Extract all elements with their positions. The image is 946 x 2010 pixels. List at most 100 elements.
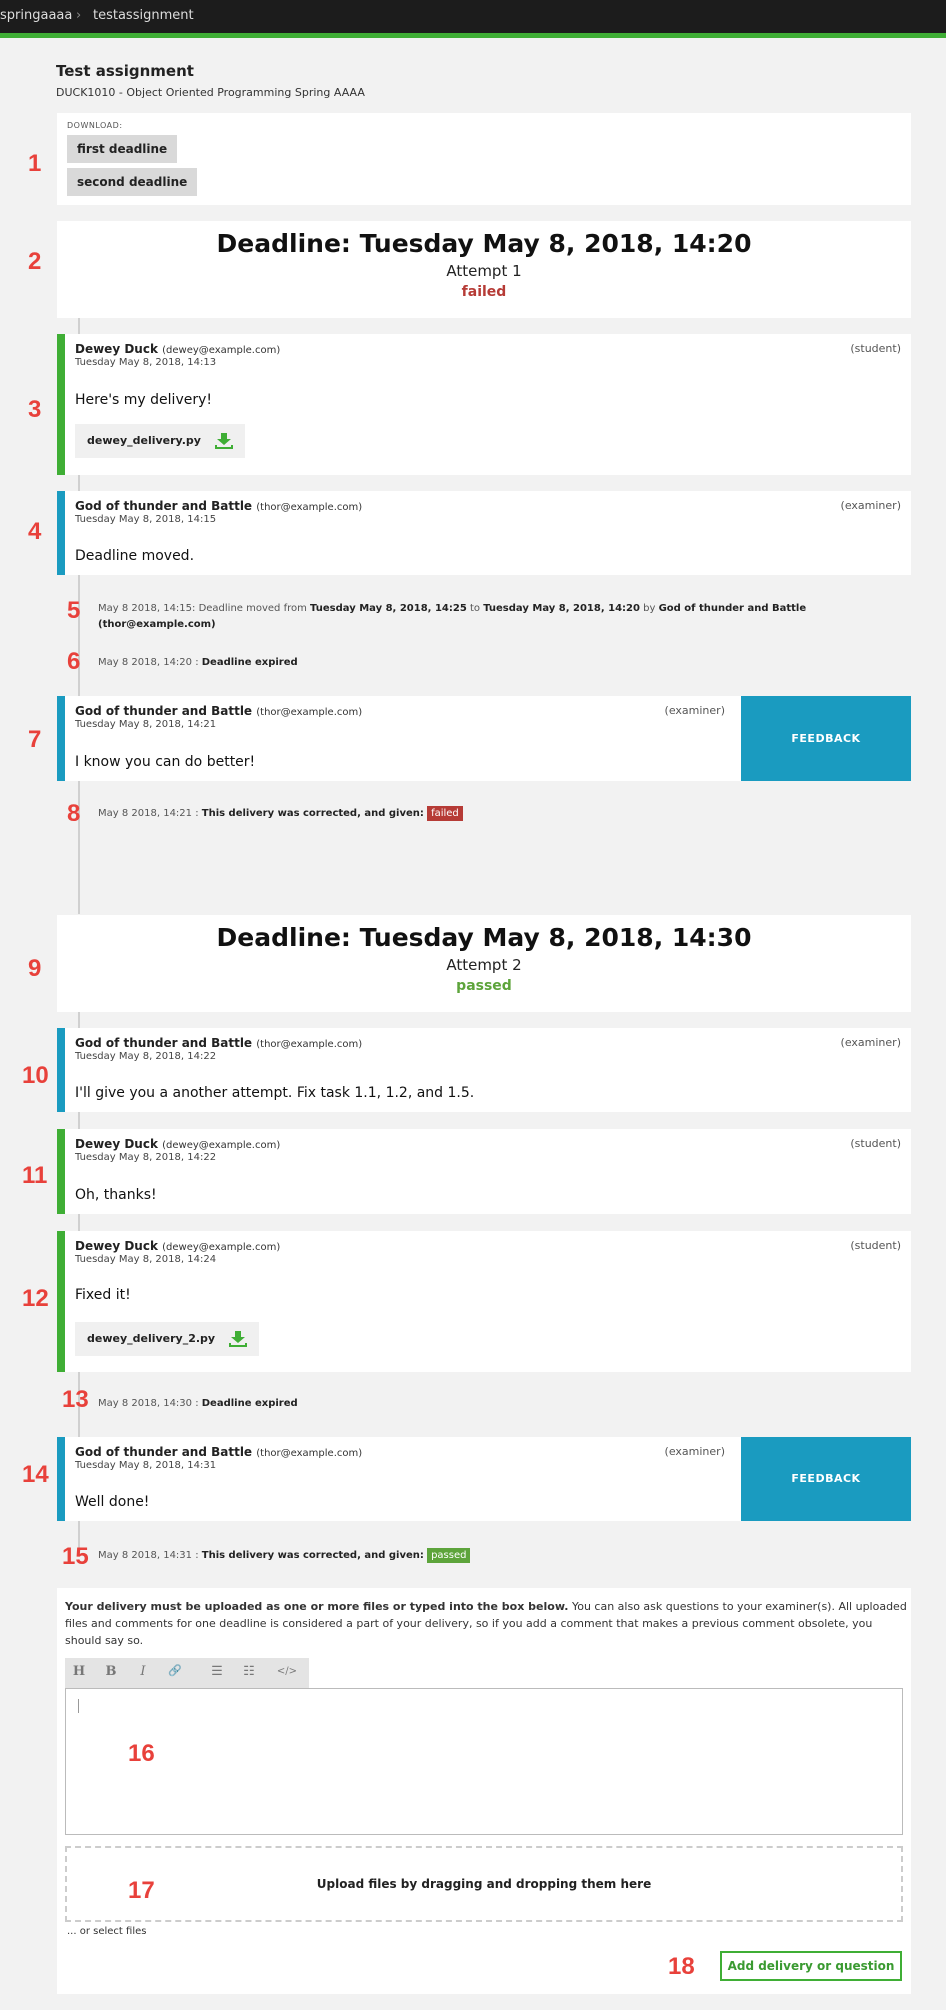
message-text: Oh, thanks! (75, 1187, 157, 1203)
message-text: Fixed it! (75, 1287, 131, 1303)
course-name: DUCK1010 - Object Oriented Programming S… (56, 86, 365, 99)
author-email: (dewey@example.com) (162, 345, 281, 356)
message-author: Dewey Duck (dewey@example.com) (75, 342, 281, 356)
marker-11: 11 (22, 1162, 48, 1189)
code-icon[interactable]: </> (275, 1666, 299, 1677)
message-author: Dewey Duck (dewey@example.com) (75, 1239, 281, 1253)
author-email: (thor@example.com) (256, 1039, 363, 1050)
feedback-button[interactable]: FEEDBACK (741, 696, 911, 781)
student-message: Dewey Duck (dewey@example.com) Tuesday M… (57, 1231, 911, 1372)
student-message: Dewey Duck (dewey@example.com) Tuesday M… (57, 334, 911, 475)
select-files-link[interactable]: ... or select files (67, 1926, 146, 1937)
role-label: (examiner) (840, 1036, 901, 1049)
add-delivery-button[interactable]: Add delivery or question (720, 1951, 902, 1981)
correction-event: May 8 2018, 14:31 : This delivery was co… (98, 1548, 471, 1564)
file-name: dewey_delivery.py (87, 434, 201, 447)
marker-2: 2 (28, 248, 42, 275)
marker-3: 3 (28, 396, 42, 423)
examiner-message: God of thunder and Battle (thor@example.… (57, 1437, 911, 1521)
message-date: Tuesday May 8, 2018, 14:22 (75, 1152, 217, 1163)
delivery-instructions: Your delivery must be uploaded as one or… (65, 1600, 907, 1647)
deadline-title: Deadline: Tuesday May 8, 2018, 14:20 (216, 229, 752, 258)
examiner-message: God of thunder and Battle (thor@example.… (57, 1028, 911, 1112)
message-author: God of thunder and Battle (thor@example.… (75, 704, 363, 718)
feedback-button[interactable]: FEEDBACK (741, 1437, 911, 1521)
marker-1: 1 (28, 150, 42, 177)
message-author: God of thunder and Battle (thor@example.… (75, 1445, 363, 1459)
author-email: (dewey@example.com) (162, 1140, 281, 1151)
top-bar: springaaaa › testassignment (0, 0, 946, 38)
italic-button[interactable]: I (131, 1664, 155, 1679)
message-text: I know you can do better! (75, 754, 256, 770)
marker-14: 14 (22, 1461, 49, 1488)
role-label: (student) (850, 1137, 901, 1150)
second-deadline-download-button[interactable]: second deadline (67, 168, 198, 196)
breadcrumb-parent[interactable]: springaaaa (0, 8, 72, 23)
marker-6: 6 (67, 648, 81, 675)
marker-10: 10 (22, 1062, 49, 1089)
grade-failed-badge: failed (427, 806, 463, 821)
download-icon[interactable] (214, 433, 233, 449)
message-date: Tuesday May 8, 2018, 14:13 (75, 357, 217, 368)
deadline-expired-event: May 8 2018, 14:30 : Deadline expired (98, 1398, 298, 1409)
examiner-message: God of thunder and Battle (thor@example.… (57, 696, 911, 781)
attempt-label: Attempt 2 (446, 956, 522, 974)
attempt-status: passed (456, 978, 512, 994)
author-email: (thor@example.com) (256, 502, 363, 513)
message-text: Deadline moved. (75, 548, 195, 564)
message-text: I'll give you a another attempt. Fix tas… (75, 1085, 475, 1101)
message-author: Dewey Duck (dewey@example.com) (75, 1137, 281, 1151)
role-label: (student) (850, 1239, 901, 1252)
marker-8: 8 (67, 800, 81, 827)
role-label: (examiner) (664, 704, 725, 717)
author-email: (dewey@example.com) (162, 1242, 281, 1253)
marker-17: 17 (128, 1877, 155, 1904)
marker-9: 9 (28, 955, 42, 982)
attempt-status: failed (461, 284, 507, 300)
marker-4: 4 (28, 518, 42, 545)
author-email: (thor@example.com) (256, 1448, 363, 1459)
link-icon[interactable]: 🔗 (163, 1664, 187, 1677)
role-label: (student) (850, 342, 901, 355)
file-name: dewey_delivery_2.py (87, 1332, 216, 1345)
role-label: (examiner) (664, 1445, 725, 1458)
first-deadline-download-button[interactable]: first deadline (67, 135, 178, 163)
file-attachment[interactable]: dewey_delivery.py (75, 424, 245, 458)
file-dropzone[interactable]: Upload files by dragging and dropping th… (65, 1846, 903, 1922)
breadcrumb-current[interactable]: testassignment (93, 8, 194, 23)
breadcrumb-separator-icon: › (76, 8, 82, 23)
delivery-text-editor[interactable] (65, 1688, 903, 1835)
message-date: Tuesday May 8, 2018, 14:21 (75, 719, 217, 730)
download-panel: DOWNLOAD: first deadline second deadline (57, 113, 911, 205)
author-email: (thor@example.com) (256, 707, 363, 718)
message-date: Tuesday May 8, 2018, 14:24 (75, 1254, 217, 1265)
message-text: Here's my delivery! (75, 392, 212, 408)
file-attachment[interactable]: dewey_delivery_2.py (75, 1322, 259, 1356)
bullet-list-icon[interactable]: ☰ (205, 1664, 229, 1679)
deadline-moved-event: May 8 2018, 14:15: Deadline moved from T… (98, 603, 807, 630)
message-author: God of thunder and Battle (thor@example.… (75, 499, 363, 513)
message-date: Tuesday May 8, 2018, 14:15 (75, 514, 217, 525)
marker-7: 7 (28, 726, 42, 753)
deadline-header: Deadline: Tuesday May 8, 2018, 14:30 Att… (57, 915, 911, 1012)
deadline-title: Deadline: Tuesday May 8, 2018, 14:30 (216, 923, 752, 952)
message-text: Well done! (75, 1494, 150, 1510)
heading-button[interactable]: H (67, 1664, 91, 1679)
download-icon[interactable] (228, 1331, 247, 1347)
role-label: (examiner) (840, 499, 901, 512)
editor-toolbar: H B I 🔗 ☰ ☷ </> (65, 1658, 309, 1688)
bold-button[interactable]: B (99, 1664, 123, 1679)
deadline-expired-event: May 8 2018, 14:20 : Deadline expired (98, 657, 298, 668)
delivery-composer: Your delivery must be uploaded as one or… (57, 1588, 911, 1994)
marker-15: 15 (62, 1543, 89, 1570)
marker-16: 16 (128, 1740, 155, 1767)
examiner-message: God of thunder and Battle (thor@example.… (57, 491, 911, 575)
attempt-label: Attempt 1 (446, 262, 522, 280)
assignment-title: Test assignment (56, 62, 194, 80)
student-message: Dewey Duck (dewey@example.com) Tuesday M… (57, 1129, 911, 1214)
text-cursor (78, 1699, 79, 1713)
grade-passed-badge: passed (427, 1548, 471, 1563)
marker-18: 18 (668, 1953, 695, 1980)
message-date: Tuesday May 8, 2018, 14:22 (75, 1051, 217, 1062)
numbered-list-icon[interactable]: ☷ (237, 1664, 261, 1679)
